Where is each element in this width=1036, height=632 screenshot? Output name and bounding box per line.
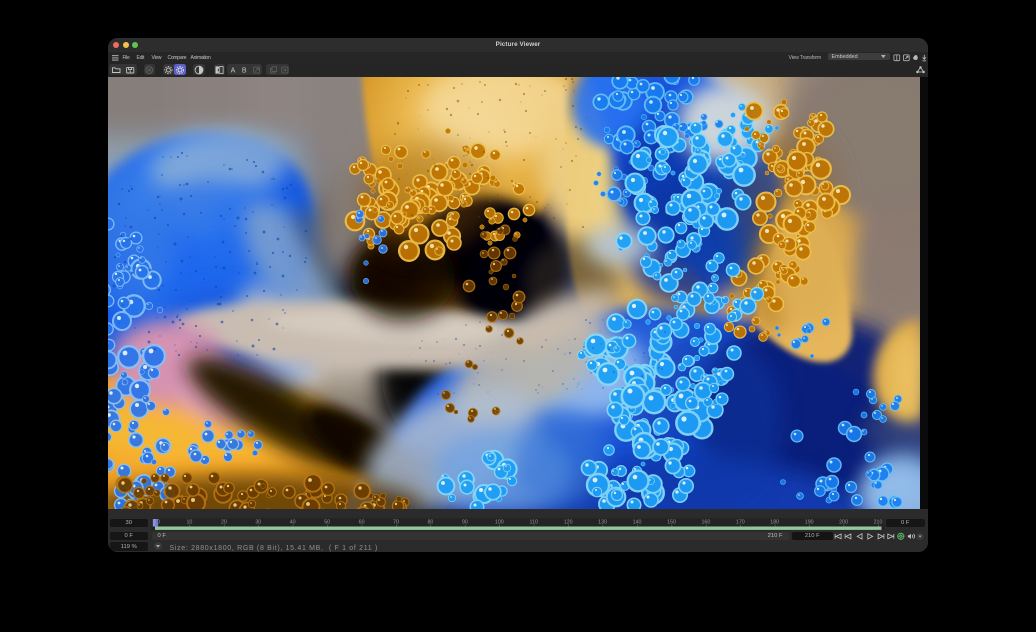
svg-text:B: B bbox=[242, 67, 247, 74]
svg-text:A: A bbox=[231, 67, 236, 74]
